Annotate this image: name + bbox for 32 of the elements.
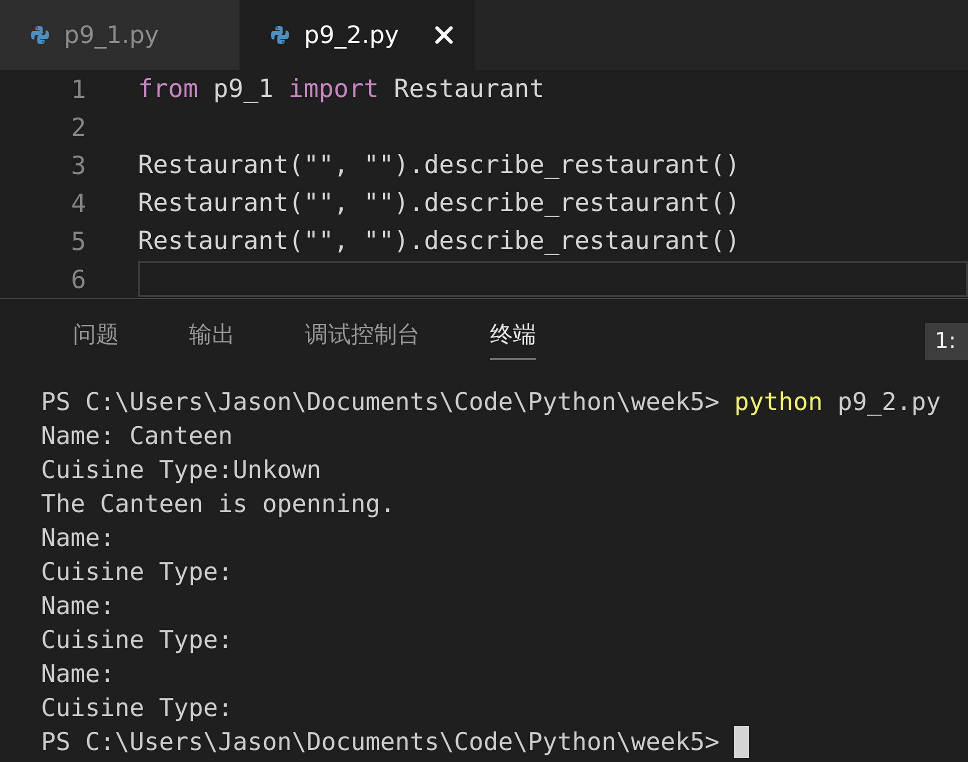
code-line: Restaurant("", "").describe_restaurant() <box>138 187 742 219</box>
line-number: 4 <box>70 188 86 218</box>
text-cursor <box>734 726 750 758</box>
file-tab[interactable]: p9_1.py <box>0 0 240 70</box>
file-tab[interactable]: p9_2.py <box>240 0 476 70</box>
terminal-line: Cuisine Type:Unkown <box>41 454 322 486</box>
close-icon <box>435 26 453 44</box>
python-icon <box>270 25 290 45</box>
python-icon <box>30 25 50 45</box>
terminal-line: Name: Canteen <box>41 420 234 452</box>
terminal-line: Name: <box>41 658 116 690</box>
line-number: 1 <box>70 74 86 104</box>
panel-tab[interactable]: 问题 <box>73 310 119 360</box>
terminal-selector[interactable]: 1: <box>924 323 968 360</box>
terminal-line: The Canteen is openning. <box>41 488 396 520</box>
terminal-line: Name: <box>41 522 116 554</box>
panel-tab[interactable]: 调试控制台 <box>305 310 420 360</box>
line-number: 6 <box>70 264 86 294</box>
terminal-line: Cuisine Type: <box>41 556 234 588</box>
terminal-line: PS C:\Users\Jason\Documents\Code\Python\week5> <box>41 725 968 759</box>
line-number: 3 <box>70 150 86 180</box>
terminal-line: Cuisine Type: <box>41 692 234 724</box>
panel-tab[interactable]: 终端 <box>490 310 536 360</box>
panel-tab[interactable]: 输出 <box>189 310 235 360</box>
terminal-line: Cuisine Type: <box>41 624 234 656</box>
terminal-line: Name: <box>41 590 116 622</box>
line-number: 2 <box>70 112 86 142</box>
terminal-line: PS C:\Users\Jason\Documents\Code\Python\week5> python p9_2.py <box>41 386 942 418</box>
code-line: from p9_1 import Restaurant <box>138 73 546 105</box>
code-line: Restaurant("", "").describe_restaurant() <box>138 149 742 181</box>
line-number: 5 <box>70 226 86 256</box>
code-line: Restaurant("", "").describe_restaurant() <box>138 225 742 257</box>
